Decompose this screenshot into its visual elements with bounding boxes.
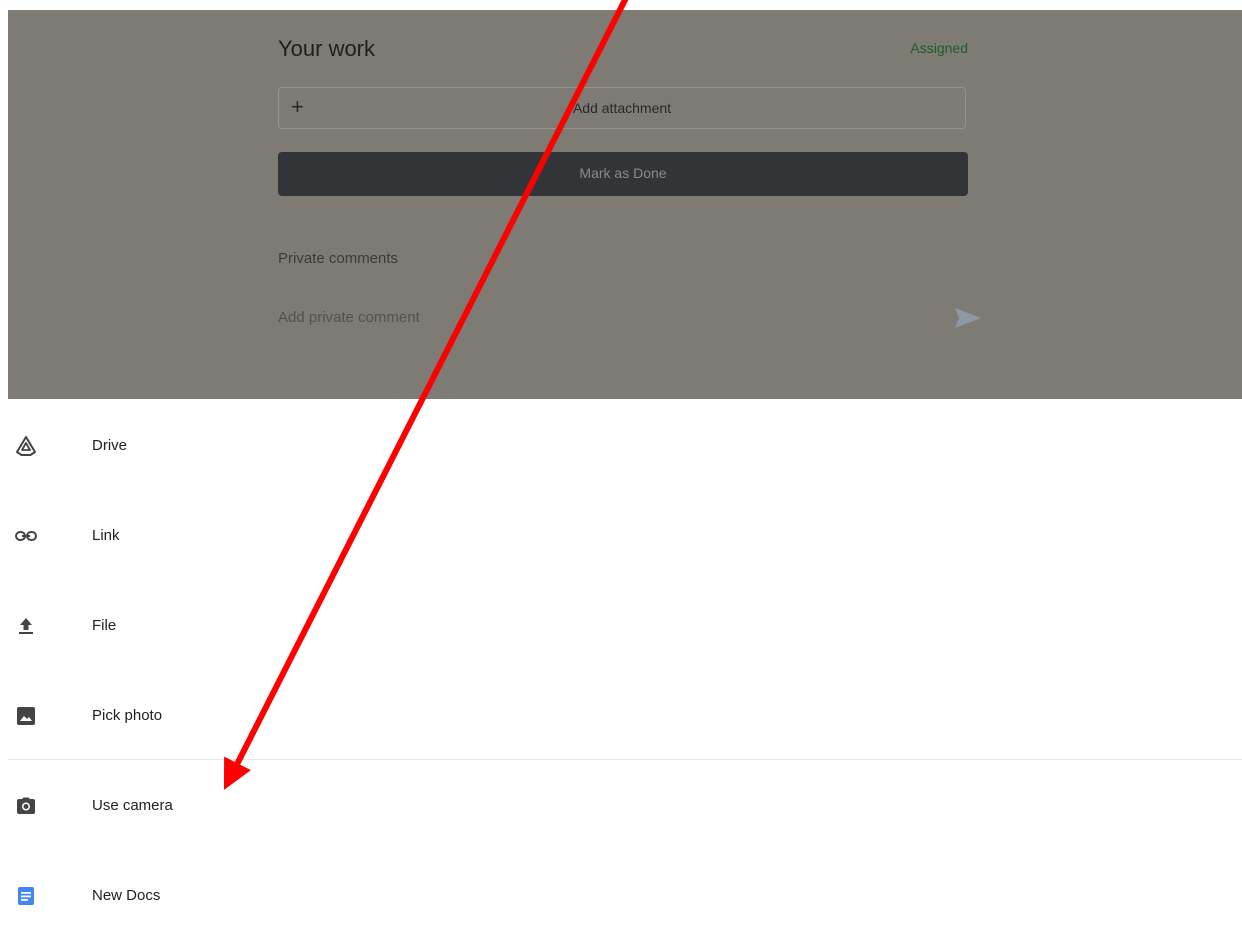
annotation-arrow (223, 0, 629, 791)
